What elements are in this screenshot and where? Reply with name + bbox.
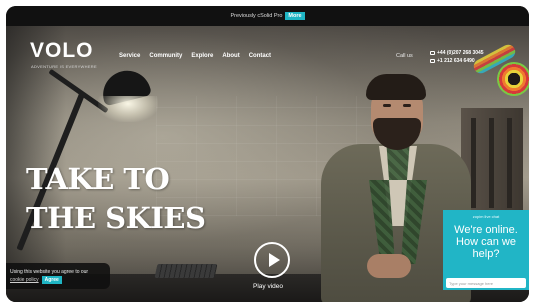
promo-more-button[interactable]: More — [285, 12, 305, 20]
cookie-agree-button[interactable]: Agree — [41, 276, 62, 284]
chat-agent-label: zopim live chat — [472, 214, 500, 219]
hero-headline: TAKE TO THE SKIES — [26, 160, 206, 238]
headline-line-1: TAKE TO — [26, 162, 170, 196]
nav-item-service[interactable]: Service — [119, 53, 140, 59]
nav-item-contact[interactable]: Contact — [249, 53, 271, 59]
logo-tagline: ADVENTURE IS EVERYWHERE — [31, 64, 97, 69]
cookie-text: Using this website you agree to our — [10, 269, 89, 275]
chat-greeting: We're online. How can we help? — [454, 224, 518, 260]
promo-bar: Previously cSolid Pro More — [6, 6, 529, 26]
keyboard — [154, 264, 218, 278]
lamp-light — [98, 96, 158, 122]
chat-message-input[interactable]: Type your message here — [446, 278, 526, 288]
site-header: VOLO ADVENTURE IS EVERYWHERE Service Com… — [6, 26, 529, 82]
play-video-label[interactable]: Play video — [253, 283, 283, 290]
call-us-label: Call us — [396, 53, 413, 59]
promo-text: Previously cSolid Pro — [230, 13, 283, 19]
headline-line-2: THE SKIES — [26, 201, 206, 235]
phone-uk[interactable]: +44 (0)207 268 3045 — [437, 49, 484, 57]
phone-icon — [430, 51, 435, 55]
cookie-banner: Using this website you agree to our cook… — [6, 263, 110, 289]
nav-item-community[interactable]: Community — [149, 53, 182, 59]
nav-item-about[interactable]: About — [222, 53, 239, 59]
rainbow-ring-decoration — [497, 62, 529, 96]
browser-frame: Previously cSolid Pro More VOLO ADVENTUR… — [6, 6, 529, 302]
main-nav: Service Community Explore About Contact — [119, 53, 271, 59]
nav-item-explore[interactable]: Explore — [191, 53, 213, 59]
cookie-policy-link[interactable]: cookie policy — [10, 276, 39, 284]
phone-us[interactable]: +1 212 634 6490 — [437, 57, 475, 65]
volo-logo[interactable]: VOLO — [30, 39, 94, 63]
live-chat-widget[interactable]: zopim live chat We're online. How can we… — [443, 210, 529, 290]
play-video-icon[interactable] — [254, 242, 290, 278]
phone-icon — [430, 59, 435, 63]
